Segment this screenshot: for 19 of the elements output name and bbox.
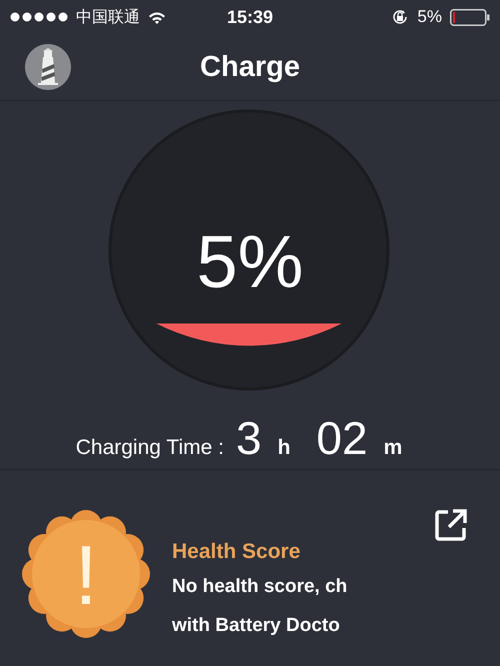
rotation-lock-icon [391, 8, 410, 26]
battery-percent: 5% [417, 7, 442, 27]
lighthouse-icon[interactable] [24, 43, 72, 91]
health-description: No health score, ch [172, 576, 348, 598]
wifi-icon [148, 10, 166, 24]
carrier-name: 中国联通 [76, 6, 140, 28]
status-time: 15:39 [226, 6, 274, 28]
screen-title: Charge [200, 50, 300, 84]
share-icon[interactable] [434, 508, 468, 542]
signal-icon [10, 12, 68, 22]
hours-unit: h [278, 436, 290, 460]
minutes-value: 02 [316, 411, 368, 465]
charging-time-label: Charging Time : [76, 436, 224, 460]
battery-icon [450, 8, 490, 26]
minutes-unit: m [384, 436, 402, 460]
hours-value: 3 [236, 411, 262, 465]
charge-percent: 5% [196, 219, 304, 304]
health-description: with Battery Docto [172, 615, 341, 637]
health-score-title: Health Score [172, 540, 302, 564]
